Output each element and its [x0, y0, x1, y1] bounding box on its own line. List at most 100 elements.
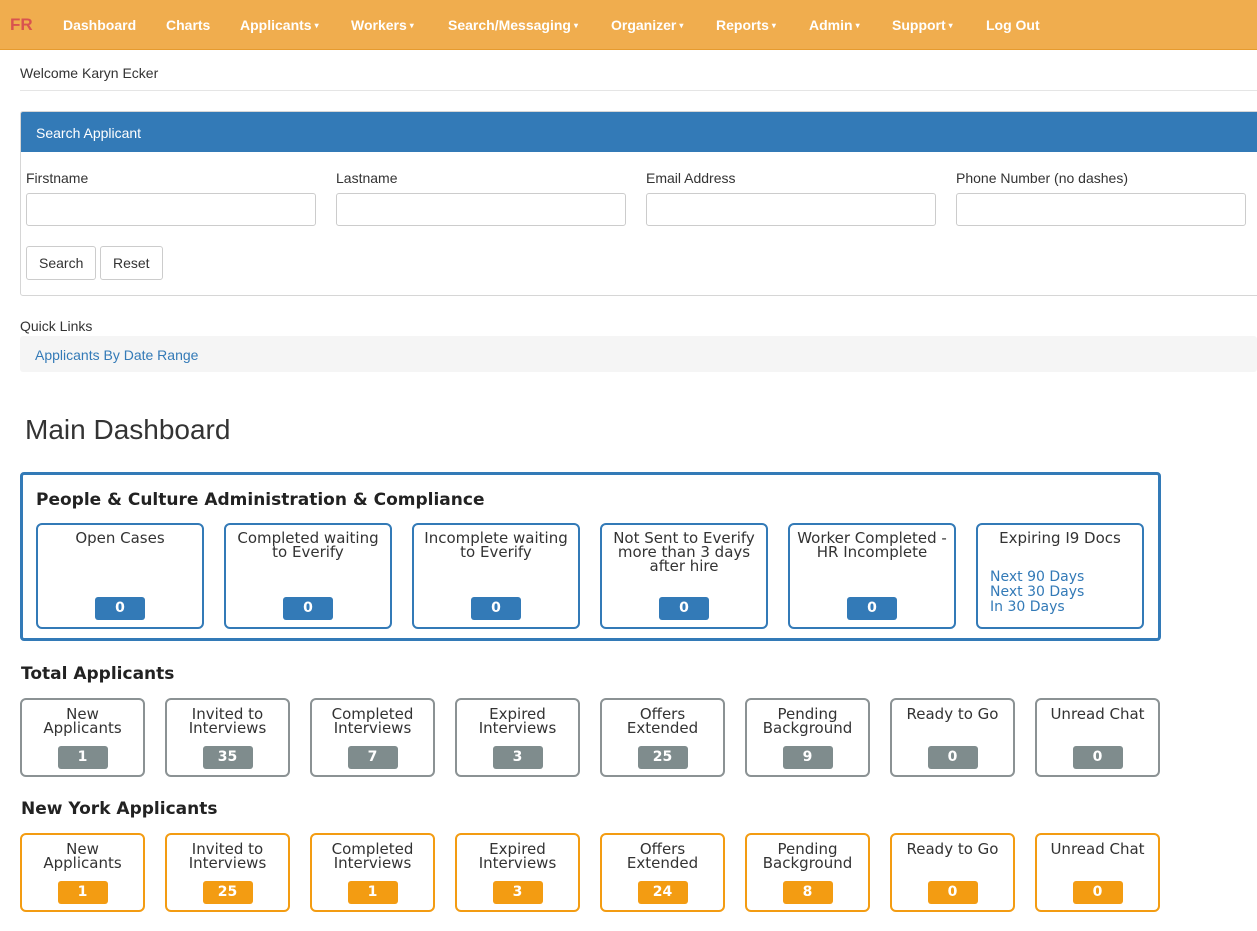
caret-down-icon: ▾ — [948, 21, 953, 30]
incomplete-waiting-everify-card[interactable]: Incomplete waiting to Everify 0 — [412, 523, 580, 629]
count-badge: 7 — [347, 746, 398, 769]
count-badge: 3 — [492, 746, 543, 769]
caret-down-icon: ▾ — [573, 21, 578, 30]
open-cases-card[interactable]: Open Cases 0 — [36, 523, 204, 629]
nav-reports-label: Reports — [716, 17, 769, 33]
count-badge: 25 — [202, 881, 253, 904]
card-label: Expired Interviews — [478, 840, 557, 872]
total-offers-extended-card[interactable]: Offers Extended 25 — [600, 698, 725, 777]
applicants-by-date-range-link[interactable]: Applicants By Date Range — [35, 347, 198, 363]
card-label: Completed Interviews — [331, 840, 414, 872]
nav-reports-dropdown[interactable]: Reports ▾ — [716, 17, 776, 33]
nav-organizer-label: Organizer — [611, 17, 677, 33]
expiring-i9-docs-card: Expiring I9 Docs Next 90 Days Next 30 Da… — [976, 523, 1144, 629]
nav-admin-dropdown[interactable]: Admin ▾ — [809, 17, 860, 33]
nav-dashboard[interactable]: Dashboard — [63, 17, 136, 33]
card-label: Unread Chat — [1050, 840, 1145, 858]
firstname-input[interactable] — [26, 193, 316, 226]
email-label: Email Address — [646, 170, 736, 186]
panel-header: Search Applicant — [21, 112, 1257, 152]
nav-support-label: Support — [892, 17, 946, 33]
ny-offers-extended-card[interactable]: Offers Extended 24 — [600, 833, 725, 912]
search-button[interactable]: Search — [26, 246, 97, 280]
firstname-label: Firstname — [26, 170, 89, 186]
total-invited-interviews-card[interactable]: Invited to Interviews 35 — [165, 698, 290, 777]
total-unread-chat-card[interactable]: Unread Chat 0 — [1035, 698, 1160, 777]
card-label: Expired Interviews — [478, 705, 557, 737]
card-label: Completed waiting to Everify — [237, 529, 379, 561]
card-label: Incomplete waiting to Everify — [424, 529, 568, 561]
nav-applicants-label: Applicants — [240, 17, 312, 33]
brand-logo[interactable]: FR — [10, 15, 33, 35]
nav-logout[interactable]: Log Out — [986, 17, 1040, 33]
nav-support-dropdown[interactable]: Support ▾ — [892, 17, 953, 33]
page-title: Main Dashboard — [25, 414, 231, 445]
ny-completed-interviews-card[interactable]: Completed Interviews 1 — [310, 833, 435, 912]
count-badge: 0 — [471, 597, 521, 620]
count-badge: 0 — [847, 597, 897, 620]
count-badge: 8 — [782, 881, 833, 904]
count-badge: 25 — [637, 746, 688, 769]
phone-input[interactable] — [956, 193, 1246, 226]
count-badge: 0 — [95, 597, 145, 620]
in-30-days-link[interactable]: In 30 Days — [990, 600, 1065, 615]
nav-organizer-dropdown[interactable]: Organizer ▾ — [611, 17, 683, 33]
card-label: Open Cases — [75, 529, 165, 547]
next-90-days-link[interactable]: Next 90 Days — [990, 570, 1084, 585]
worker-completed-hr-incomplete-card[interactable]: Worker Completed - HR Incomplete 0 — [788, 523, 956, 629]
nav-search-messaging-label: Search/Messaging — [448, 17, 571, 33]
compliance-title: People & Culture Administration & Compli… — [36, 490, 485, 510]
total-expired-interviews-card[interactable]: Expired Interviews 3 — [455, 698, 580, 777]
quick-links-bar: Applicants By Date Range — [20, 336, 1257, 372]
card-label: Offers Extended — [626, 705, 699, 737]
count-badge: 0 — [927, 746, 978, 769]
card-label: New Applicants — [43, 705, 122, 737]
total-ready-to-go-card[interactable]: Ready to Go 0 — [890, 698, 1015, 777]
divider — [20, 90, 1257, 91]
card-label: New Applicants — [43, 840, 122, 872]
count-badge: 1 — [347, 881, 398, 904]
email-input[interactable] — [646, 193, 936, 226]
card-label: Pending Background — [762, 840, 853, 872]
caret-down-icon: ▾ — [855, 21, 860, 30]
nav-logout-label: Log Out — [986, 17, 1040, 33]
top-navbar: FR Dashboard Charts Applicants ▾ Workers ▾… — [0, 0, 1257, 50]
card-label: Completed Interviews — [331, 705, 414, 737]
total-new-applicants-card[interactable]: New Applicants 1 — [20, 698, 145, 777]
card-label: Unread Chat — [1050, 705, 1145, 723]
caret-down-icon: ▾ — [679, 21, 684, 30]
nav-admin-label: Admin — [809, 17, 853, 33]
quick-links-label: Quick Links — [20, 318, 93, 334]
card-label: Ready to Go — [906, 840, 999, 858]
phone-label: Phone Number (no dashes) — [956, 170, 1128, 186]
ny-unread-chat-card[interactable]: Unread Chat 0 — [1035, 833, 1160, 912]
ny-ready-to-go-card[interactable]: Ready to Go 0 — [890, 833, 1015, 912]
card-label: Invited to Interviews — [188, 840, 267, 872]
card-label: Invited to Interviews — [188, 705, 267, 737]
not-sent-everify-card[interactable]: Not Sent to Everify more than 3 days aft… — [600, 523, 768, 629]
card-label: Pending Background — [762, 705, 853, 737]
reset-button[interactable]: Reset — [100, 246, 163, 280]
lastname-label: Lastname — [336, 170, 398, 186]
caret-down-icon: ▾ — [409, 21, 414, 30]
ny-invited-interviews-card[interactable]: Invited to Interviews 25 — [165, 833, 290, 912]
ny-expired-interviews-card[interactable]: Expired Interviews 3 — [455, 833, 580, 912]
ny-new-applicants-card[interactable]: New Applicants 1 — [20, 833, 145, 912]
next-30-days-link[interactable]: Next 30 Days — [990, 585, 1084, 600]
total-completed-interviews-card[interactable]: Completed Interviews 7 — [310, 698, 435, 777]
ny-pending-background-card[interactable]: Pending Background 8 — [745, 833, 870, 912]
count-badge: 35 — [202, 746, 253, 769]
count-badge: 24 — [637, 881, 688, 904]
total-pending-background-card[interactable]: Pending Background 9 — [745, 698, 870, 777]
card-label: Expiring I9 Docs — [999, 529, 1121, 547]
completed-waiting-everify-card[interactable]: Completed waiting to Everify 0 — [224, 523, 392, 629]
nav-applicants-dropdown[interactable]: Applicants ▾ — [240, 17, 319, 33]
count-badge: 1 — [57, 746, 108, 769]
lastname-input[interactable] — [336, 193, 626, 226]
caret-down-icon: ▾ — [314, 21, 319, 30]
nav-search-messaging-dropdown[interactable]: Search/Messaging ▾ — [448, 17, 578, 33]
nav-workers-dropdown[interactable]: Workers ▾ — [351, 17, 414, 33]
nav-charts[interactable]: Charts — [166, 17, 210, 33]
count-badge: 0 — [283, 597, 333, 620]
card-label: Worker Completed - HR Incomplete — [797, 529, 947, 561]
